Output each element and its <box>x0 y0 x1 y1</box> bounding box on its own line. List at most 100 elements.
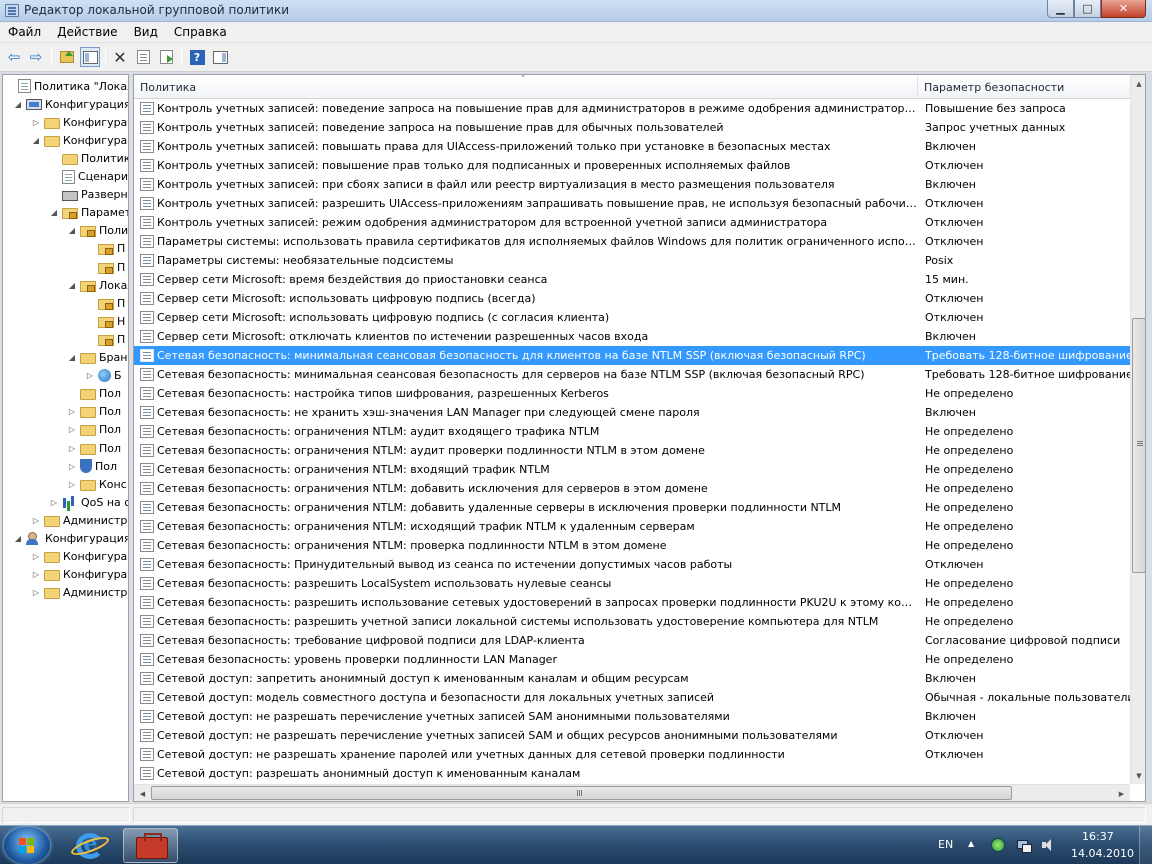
tree-collapse-icon[interactable]: ◢ <box>67 226 77 236</box>
taskbar-internet-explorer[interactable] <box>62 828 117 863</box>
table-row[interactable]: Сервер сети Microsoft: отключать клиенто… <box>134 327 1130 346</box>
tree-collapse-icon[interactable]: ◢ <box>13 534 23 544</box>
table-row[interactable]: Сервер сети Microsoft: время бездействия… <box>134 270 1130 289</box>
back-button[interactable]: ⇦ <box>4 47 24 67</box>
vertical-scroll-thumb[interactable] <box>1132 318 1145 573</box>
tree-expand-icon[interactable]: ▷ <box>31 552 41 562</box>
horizontal-scrollbar[interactable]: ◀ ▶ <box>134 784 1130 801</box>
table-row[interactable]: Сетевая безопасность: ограничения NTLM: … <box>134 460 1130 479</box>
menu-help[interactable]: Справка <box>166 25 235 39</box>
table-row[interactable]: Сетевой доступ: модель совместного досту… <box>134 688 1130 707</box>
tree-item[interactable]: ▷ Пол <box>67 421 121 439</box>
tree-expand-icon[interactable]: ▷ <box>49 497 59 507</box>
tray-app-icon[interactable] <box>991 838 1005 852</box>
table-row[interactable]: Сетевая безопасность: ограничения NTLM: … <box>134 536 1130 555</box>
table-row[interactable]: Сетевая безопасность: разрешить учетной … <box>134 612 1130 631</box>
table-row[interactable]: Сетевая безопасность: ограничения NTLM: … <box>134 441 1130 460</box>
tree-item[interactable]: ▷ QoS на с <box>49 493 128 511</box>
column-header-param[interactable]: Параметр безопасности <box>918 75 1130 99</box>
table-row[interactable]: Сетевая безопасность: Принудительный выв… <box>134 555 1130 574</box>
tree-item[interactable]: ◢ Конфигурация <box>13 95 128 113</box>
table-row[interactable]: Сетевая безопасность: минимальная сеансо… <box>134 365 1130 384</box>
tree-expand-icon[interactable]: ▷ <box>67 443 77 453</box>
clock-time[interactable]: 16:37 <box>1082 830 1114 843</box>
tree-item[interactable]: Сценари <box>49 168 128 186</box>
table-row[interactable]: Параметры системы: необязательные подсис… <box>134 251 1130 270</box>
table-row[interactable]: Сервер сети Microsoft: использовать цифр… <box>134 308 1130 327</box>
tree-collapse-icon[interactable]: ◢ <box>67 280 77 290</box>
table-row[interactable]: Контроль учетных записей: повышение прав… <box>134 156 1130 175</box>
column-header-policy[interactable]: Политика <box>134 75 918 99</box>
table-row[interactable]: Сетевая безопасность: уровень проверки п… <box>134 650 1130 669</box>
table-row[interactable]: Сетевая безопасность: не хранить хэш-зна… <box>134 403 1130 422</box>
help-button[interactable]: ? <box>187 47 207 67</box>
table-row[interactable]: Сетевая безопасность: настройка типов ши… <box>134 384 1130 403</box>
tree-item[interactable]: ◢ Поли <box>67 222 128 240</box>
network-icon[interactable] <box>1016 838 1032 853</box>
table-row[interactable]: Сетевая безопасность: ограничения NTLM: … <box>134 498 1130 517</box>
menu-file[interactable]: Файл <box>0 25 49 39</box>
export-list-button[interactable] <box>156 47 176 67</box>
table-row[interactable]: Контроль учетных записей: режим одобрени… <box>134 213 1130 232</box>
table-row[interactable]: Сетевой доступ: разрешать анонимный дост… <box>134 764 1130 783</box>
delete-button[interactable]: ✕ <box>110 47 130 67</box>
table-row[interactable]: Сетевой доступ: запретить анонимный дост… <box>134 669 1130 688</box>
properties-button[interactable] <box>133 47 153 67</box>
table-row[interactable]: Контроль учетных записей: разрешить UIAc… <box>134 194 1130 213</box>
up-folder-button[interactable] <box>57 47 77 67</box>
table-row[interactable]: Сетевой доступ: не разрешать хранение па… <box>134 745 1130 764</box>
minimize-button[interactable]: ▁ <box>1047 0 1074 18</box>
table-row[interactable]: Сетевая безопасность: ограничения NTLM: … <box>134 422 1130 441</box>
show-desktop-button[interactable] <box>1139 826 1152 864</box>
taskbar-group-policy-editor[interactable] <box>123 828 178 863</box>
table-row[interactable]: Сетевая безопасность: разрешить использо… <box>134 593 1130 612</box>
view-button[interactable] <box>210 47 230 67</box>
tree-expand-icon[interactable]: ▷ <box>85 371 95 381</box>
menu-action[interactable]: Действие <box>49 25 125 39</box>
tree-expand-icon[interactable]: ▷ <box>31 515 41 525</box>
tree-item[interactable]: ▷ Пол <box>67 457 117 475</box>
close-button[interactable]: ✕ <box>1101 0 1146 18</box>
tree-item[interactable]: Политик <box>49 149 128 167</box>
menu-view[interactable]: Вид <box>126 25 166 39</box>
table-row[interactable]: Контроль учетных записей: поведение запр… <box>134 118 1130 137</box>
tree-item[interactable]: ▷ Конфигурац <box>31 113 128 131</box>
table-row[interactable]: Сетевая безопасность: ограничения NTLM: … <box>134 517 1130 536</box>
table-row[interactable]: Сервер сети Microsoft: использовать цифр… <box>134 289 1130 308</box>
tree-item[interactable]: П <box>85 240 125 258</box>
start-button[interactable] <box>4 827 50 864</box>
show-hidden-icons-button[interactable]: ▲ <box>968 839 974 848</box>
tree-item[interactable]: Политика "Локаль <box>5 77 128 95</box>
tree-item[interactable]: ▷ Пол <box>67 439 121 457</box>
tree-item[interactable]: ▷ Б <box>85 367 122 385</box>
language-indicator[interactable]: EN <box>938 838 953 851</box>
tree-item[interactable]: П <box>85 330 125 348</box>
tree-collapse-icon[interactable]: ◢ <box>67 353 77 363</box>
tree-item[interactable]: П <box>85 258 125 276</box>
tree-expand-icon[interactable]: ▷ <box>67 479 77 489</box>
table-row[interactable]: Контроль учетных записей: при сбоях запи… <box>134 175 1130 194</box>
tree-expand-icon[interactable]: ▷ <box>67 461 77 471</box>
table-row[interactable]: Параметры системы: использовать правила … <box>134 232 1130 251</box>
tree-item[interactable]: ▷ Администр <box>31 511 127 529</box>
tree-item[interactable]: ▷ Администр <box>31 584 127 602</box>
tree-collapse-icon[interactable]: ◢ <box>31 135 41 145</box>
tree-collapse-icon[interactable]: ◢ <box>13 99 23 109</box>
maximize-button[interactable]: □ <box>1074 0 1101 18</box>
tree-item[interactable]: ◢ Парамет <box>49 204 128 222</box>
tree-item[interactable]: ◢ Бран <box>67 349 127 367</box>
tree-item[interactable]: ▷ Пол <box>67 403 121 421</box>
scroll-up-button[interactable]: ▲ <box>1131 75 1145 92</box>
scroll-left-button[interactable]: ◀ <box>134 785 151 801</box>
gpedit-app-icon[interactable] <box>5 4 19 17</box>
tree-expand-icon[interactable]: ▷ <box>31 570 41 580</box>
tree-item[interactable]: П <box>85 294 125 312</box>
volume-icon[interactable] <box>1041 838 1055 852</box>
scroll-down-button[interactable]: ▼ <box>1131 767 1145 784</box>
tree-pane[interactable]: Политика "Локаль ◢ Конфигурация ▷ Конфигурац… <box>2 74 129 802</box>
table-row[interactable]: Сетевая безопасность: требование цифрово… <box>134 631 1130 650</box>
table-row-selected[interactable]: Сетевая безопасность: минимальная сеансо… <box>134 346 1130 365</box>
tree-item[interactable]: ▷ Конс <box>67 475 127 493</box>
table-row[interactable]: Сетевая безопасность: разрешить LocalSys… <box>134 574 1130 593</box>
tree-expand-icon[interactable]: ▷ <box>67 407 77 417</box>
